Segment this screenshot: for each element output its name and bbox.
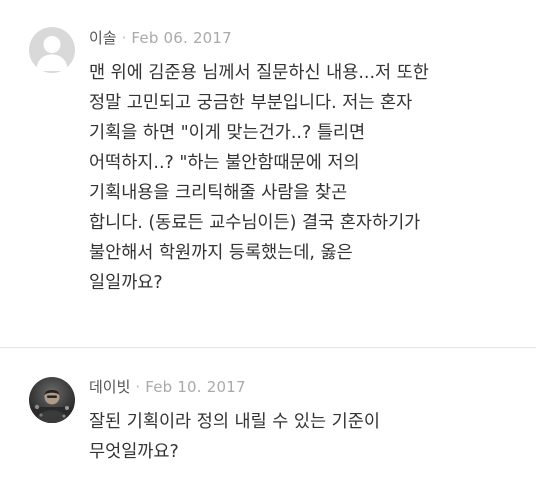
comment-line: 기획내용을 크리틱해줄 사람을 찾곤 bbox=[89, 183, 348, 203]
comment-meta: 이솔 · Feb 06. 2017 bbox=[89, 28, 232, 48]
comment-line: 무엇일까요? bbox=[89, 442, 179, 462]
comment-date: Feb 10. 2017 bbox=[145, 378, 246, 396]
comment-line: 맨 위에 김준용 님께서 질문하신 내용...저 또한 bbox=[89, 63, 429, 83]
comment-item: 이솔 · Feb 06. 2017 맨 위에 김준용 님께서 질문하신 내용...저… bbox=[0, 0, 536, 347]
comment-line: 일일까요? bbox=[89, 273, 163, 293]
comment-line: 정말 고민되고 궁금한 부분입니다. 저는 혼자 bbox=[89, 93, 413, 113]
comment-body: 잘된 기획이라 정의 내릴 수 있는 기준이 무엇일까요? bbox=[89, 407, 529, 467]
comment-body: 맨 위에 김준용 님께서 질문하신 내용...저 또한 정말 고민되고 궁금한 … bbox=[89, 58, 529, 298]
comment-line: 불안해서 학원까지 등록했는데, 옳은 bbox=[89, 243, 353, 263]
meta-separator: · bbox=[135, 378, 141, 396]
comment-item: 데이빗 · Feb 10. 2017 잘된 기획이라 정의 내릴 수 있는 기준이 … bbox=[0, 348, 536, 500]
comment-author[interactable]: 데이빗 bbox=[89, 378, 130, 396]
comment-line: 잘된 기획이라 정의 내릴 수 있는 기준이 bbox=[89, 412, 380, 432]
default-avatar-icon[interactable] bbox=[29, 27, 75, 73]
user-photo-avatar[interactable] bbox=[29, 377, 75, 423]
comment-author[interactable]: 이솔 bbox=[89, 29, 117, 47]
comment-line: 어떡하지..? "하는 불안함때문에 저의 bbox=[89, 153, 360, 173]
meta-separator: · bbox=[121, 29, 127, 47]
comment-meta: 데이빗 · Feb 10. 2017 bbox=[89, 377, 246, 397]
comment-date: Feb 06. 2017 bbox=[131, 29, 232, 47]
comment-line: 기획을 하면 "이게 맞는건가..? 틀리면 bbox=[89, 123, 366, 143]
comment-line: 합니다. (동료든 교수님이든) 결국 혼자하기가 bbox=[89, 213, 421, 233]
